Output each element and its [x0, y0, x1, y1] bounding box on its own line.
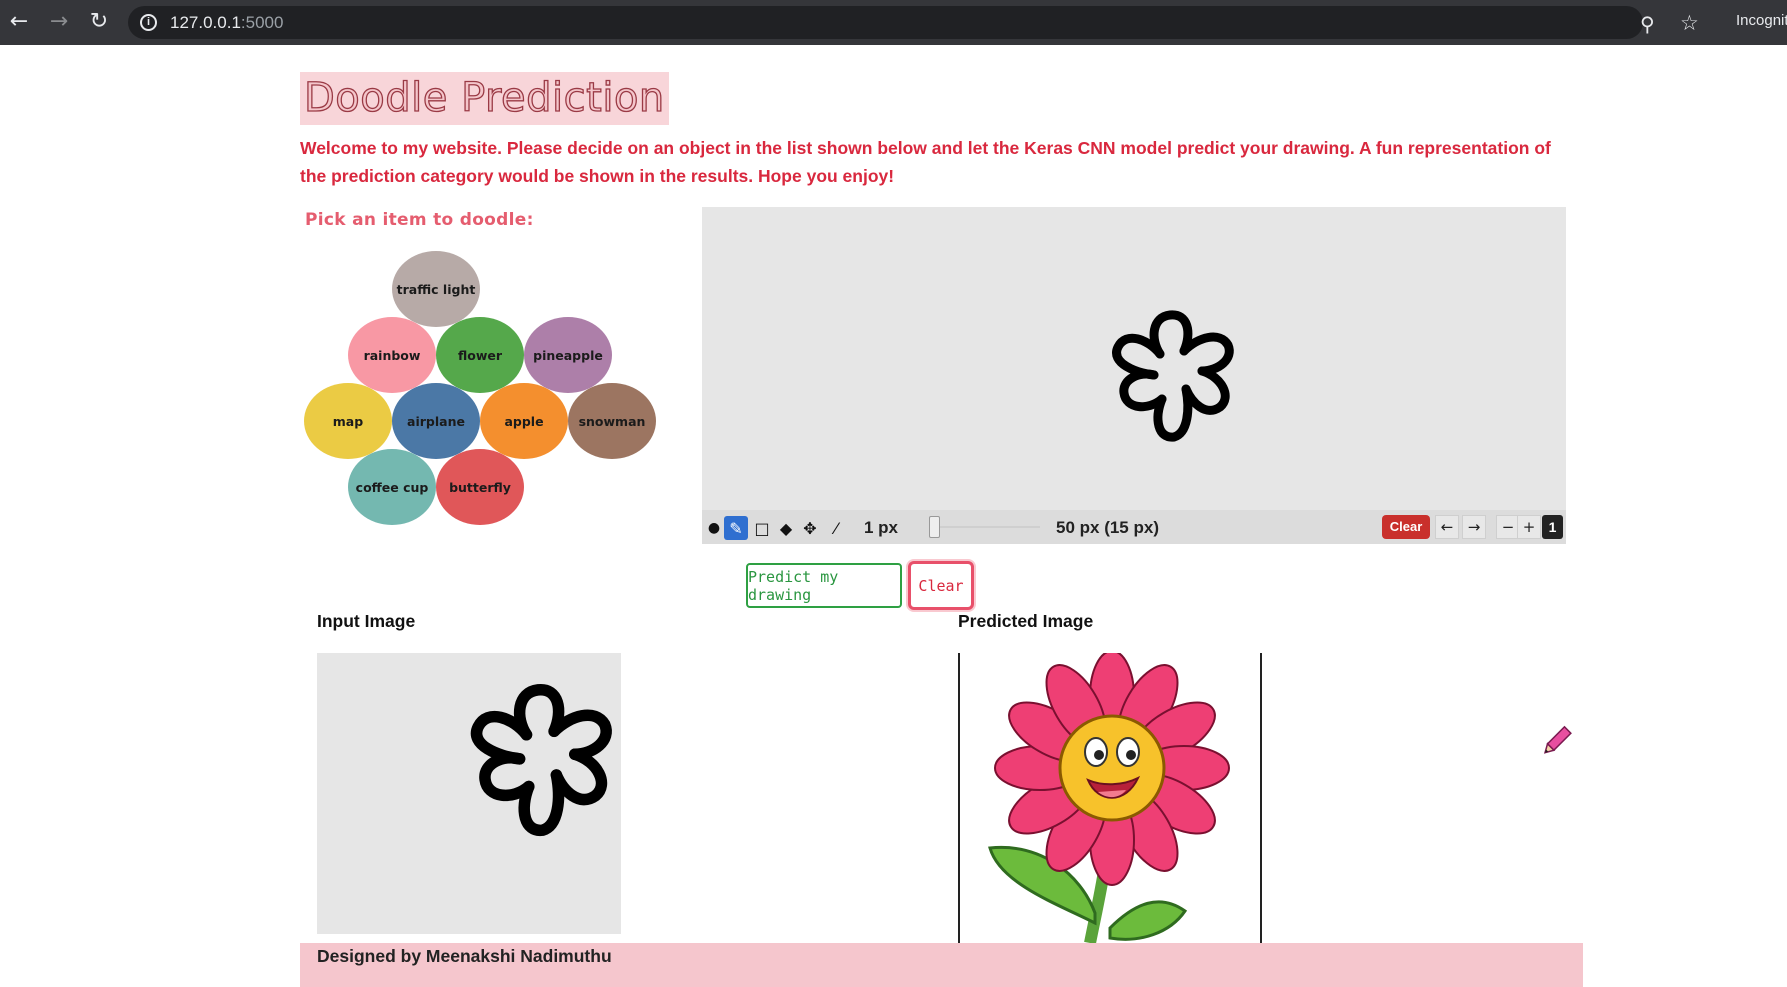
input-doodle — [470, 684, 612, 836]
footer-credit: Designed by Meenakshi Nadimuthu — [317, 946, 612, 966]
predicted-image — [958, 653, 1262, 943]
clear-button[interactable]: Clear — [908, 561, 974, 610]
reload-icon[interactable]: ↻ — [86, 9, 112, 35]
address-bar[interactable]: i 127.0.0.1:5000 ⚲ ☆ — [128, 6, 1699, 39]
pan-tool-icon[interactable]: ✥ — [798, 516, 822, 540]
color-dot-icon[interactable]: ● — [702, 516, 726, 540]
incognito-label[interactable]: Incognito — [1736, 12, 1787, 29]
back-icon[interactable]: ← — [6, 9, 32, 35]
footer: Designed by Meenakshi Nadimuthu — [300, 943, 1583, 987]
pick-label: Pick an item to doodle: — [305, 210, 534, 230]
input-image — [317, 653, 621, 934]
cartoon-flower-illustration — [988, 653, 1230, 943]
doodle-drawing — [1112, 310, 1234, 442]
drawing-canvas[interactable] — [702, 207, 1566, 510]
redo-button[interactable]: → — [1462, 515, 1486, 539]
browser-toolbar: ← → ↻ i 127.0.0.1:5000 ⚲ ☆ Incognito — [0, 0, 1787, 45]
toolbar-clear-button[interactable]: Clear — [1382, 515, 1430, 539]
eyedropper-tool-icon[interactable]: ⁄ — [824, 516, 848, 540]
url-port: :5000 — [240, 13, 284, 32]
page-title: Doodle Prediction — [303, 74, 665, 121]
predict-button[interactable]: Predict my drawing — [746, 563, 902, 608]
item-bubble-map[interactable]: map — [304, 383, 392, 459]
url-text[interactable]: 127.0.0.1:5000 — [170, 13, 283, 33]
item-bubble-airplane[interactable]: airplane — [392, 383, 480, 459]
item-bubble-snowman[interactable]: snowman — [568, 383, 656, 459]
item-bubble-flower[interactable]: flower — [436, 317, 524, 393]
zoom-in-button[interactable]: + — [1517, 515, 1541, 539]
rectangle-tool-icon[interactable]: □ — [750, 516, 774, 540]
item-bubble-rainbow[interactable]: rainbow — [348, 317, 436, 393]
input-image-heading: Input Image — [317, 611, 416, 631]
item-bubble-butterfly[interactable]: butterfly — [436, 449, 524, 525]
pencil-tool-icon[interactable]: ✎ — [724, 516, 748, 540]
url-host: 127.0.0.1 — [170, 13, 241, 32]
stroke-width-readout: 1 px — [864, 518, 899, 537]
zoom-icon[interactable]: ⚲ — [1640, 12, 1655, 36]
item-bubble-traffic-light[interactable]: traffic light — [392, 251, 480, 327]
undo-button[interactable]: ← — [1435, 515, 1459, 539]
page-number-badge[interactable]: 1 — [1542, 515, 1563, 539]
brush-size-slider-track[interactable] — [930, 526, 1040, 528]
eraser-tool-icon[interactable]: ◆ — [774, 516, 798, 540]
welcome-text: Welcome to my website. Please decide on … — [300, 138, 1551, 186]
pencil-cursor-icon — [1538, 723, 1574, 759]
item-bubble-apple[interactable]: apple — [480, 383, 568, 459]
forward-icon[interactable]: → — [46, 9, 72, 35]
bookmark-star-icon[interactable]: ☆ — [1680, 11, 1699, 35]
site-info-icon[interactable]: i — [140, 14, 157, 31]
brush-size-readout: 50 px (15 px) — [1056, 518, 1159, 537]
drawing-toolbar: ● ✎ □ ◆ ✥ ⁄ 1 px 50 px (15 px) Clear ← →… — [702, 510, 1566, 544]
brush-size-slider-thumb[interactable] — [929, 516, 940, 538]
item-bubble-pineapple[interactable]: pineapple — [524, 317, 612, 393]
title-banner: Doodle Prediction — [300, 72, 669, 125]
predicted-image-heading: Predicted Image — [958, 611, 1094, 631]
item-bubble-coffee-cup[interactable]: coffee cup — [348, 449, 436, 525]
